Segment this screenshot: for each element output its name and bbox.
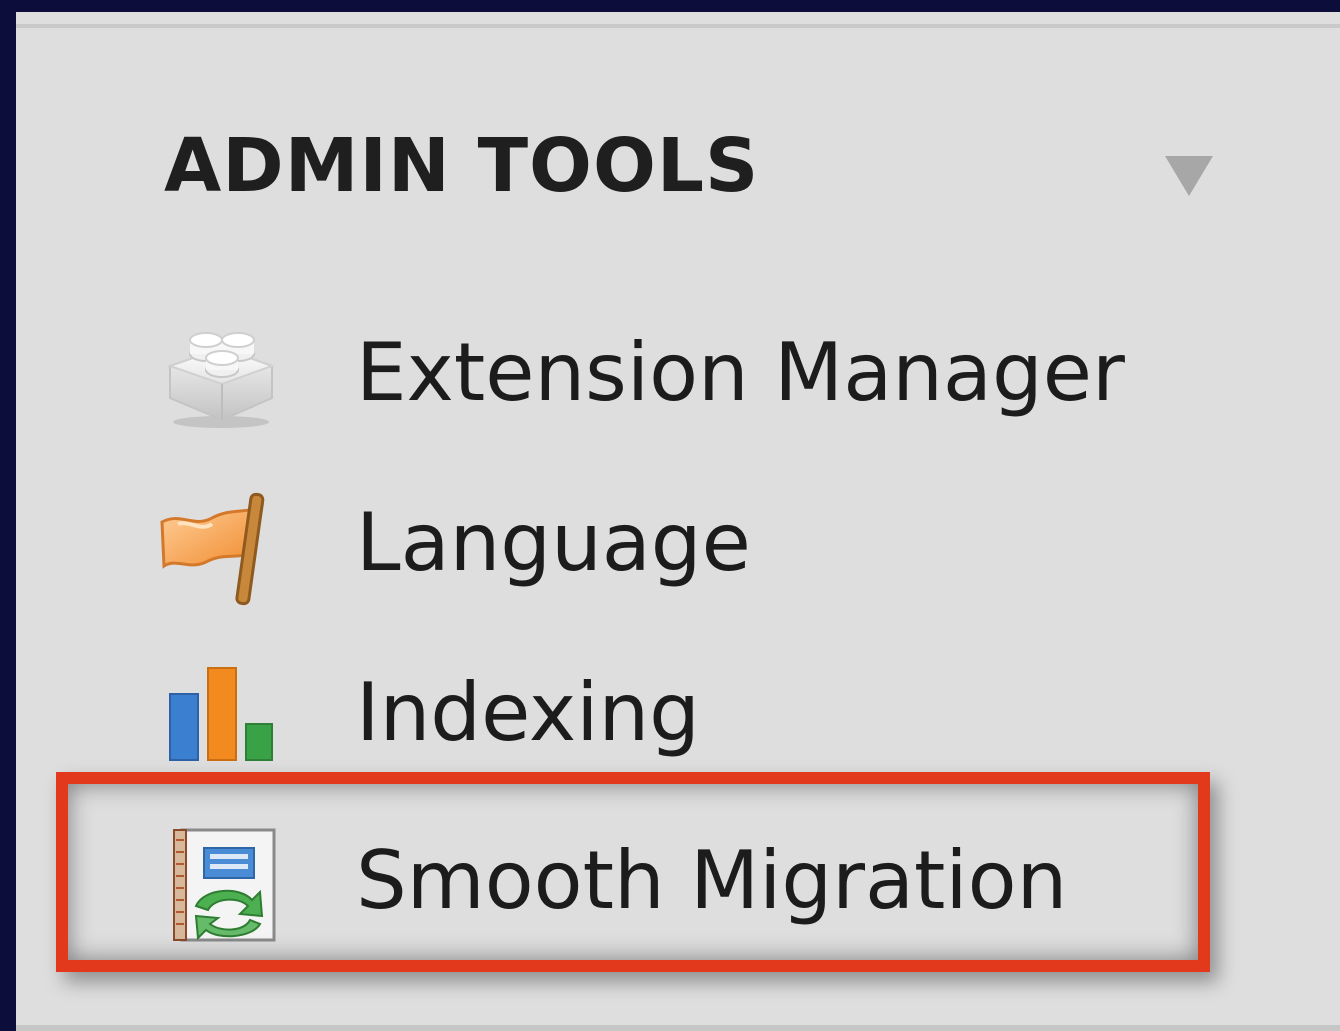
- menu-item-label: Extension Manager: [356, 326, 1125, 419]
- migration-notebook-icon: [156, 826, 286, 942]
- admin-tools-panel: ADMIN TOOLS Extension Manager Language I…: [16, 12, 1340, 1031]
- menu-item-indexing[interactable]: Indexing: [156, 658, 1236, 768]
- panel-bottom-divider: [16, 1025, 1340, 1031]
- triangle-down-icon: [1165, 156, 1213, 196]
- panel-top-divider: [16, 24, 1340, 28]
- menu-item-label: Language: [356, 496, 751, 589]
- flag-icon: [156, 488, 286, 606]
- section-title: ADMIN TOOLS: [164, 123, 760, 209]
- menu-item-smooth-migration[interactable]: Smooth Migration: [156, 826, 1236, 942]
- menu-item-extension-manager[interactable]: Extension Manager: [156, 318, 1236, 428]
- menu-item-label: Indexing: [356, 666, 700, 759]
- bar-chart-icon: [156, 658, 286, 768]
- menu-item-label: Smooth Migration: [356, 834, 1068, 927]
- menu-item-language[interactable]: Language: [156, 488, 1236, 606]
- collapse-toggle[interactable]: [1161, 152, 1217, 202]
- lego-brick-icon: [156, 318, 286, 428]
